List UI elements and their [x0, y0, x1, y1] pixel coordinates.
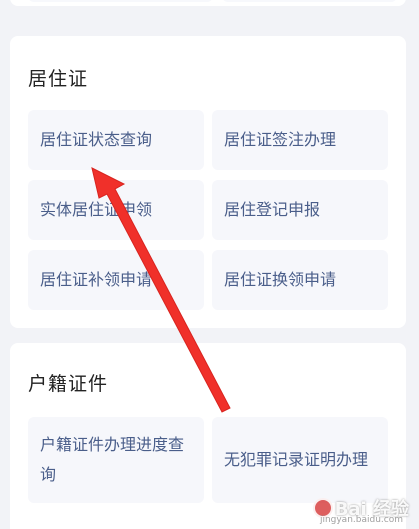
- tile-label: 居住证补领申请: [40, 270, 153, 289]
- tile-residence-endorsement[interactable]: 居住证签注办理: [212, 110, 388, 170]
- previous-tile-stub: [222, 0, 397, 2]
- tile-physical-permit-apply[interactable]: 实体居住证申领: [28, 180, 204, 240]
- tile-label: 实体居住证申领: [40, 200, 153, 219]
- tile-residence-registration[interactable]: 居住登记申报: [212, 180, 388, 240]
- watermark-subtext: jingyan.baidu.com: [319, 515, 403, 525]
- tile-permit-reissue[interactable]: 居住证补领申请: [28, 250, 204, 310]
- tile-label: 居住证状态查询: [40, 130, 153, 149]
- tile-permit-renewal[interactable]: 居住证换领申请: [212, 250, 388, 310]
- page: 居住证 居住证状态查询 居住证签注办理 实体居住证申领 居住登记申报 居住证补领…: [0, 0, 419, 529]
- tile-no-criminal-record[interactable]: 无犯罪记录证明办理: [212, 417, 388, 503]
- tile-label: 无犯罪记录证明办理: [224, 450, 369, 469]
- tile-label: 居住证换领申请: [224, 270, 337, 289]
- residence-permit-card: 居住证 居住证状态查询 居住证签注办理 实体居住证申领 居住登记申报 居住证补领…: [10, 36, 406, 328]
- previous-tile-stub: [28, 0, 213, 2]
- tile-label: 户籍证件办理进度查询: [40, 435, 185, 484]
- previous-card-fragment: [10, 0, 406, 6]
- baidu-watermark: Bai 经验 jingyan.baidu.com: [312, 495, 409, 525]
- section-title: 户籍证件: [28, 373, 109, 395]
- tile-label: 居住登记申报: [224, 200, 321, 219]
- tile-label: 居住证签注办理: [224, 130, 337, 149]
- section-title: 居住证: [28, 68, 89, 90]
- tile-huji-progress-query[interactable]: 户籍证件办理进度查询: [28, 417, 204, 503]
- tile-residence-status-query[interactable]: 居住证状态查询: [28, 110, 204, 170]
